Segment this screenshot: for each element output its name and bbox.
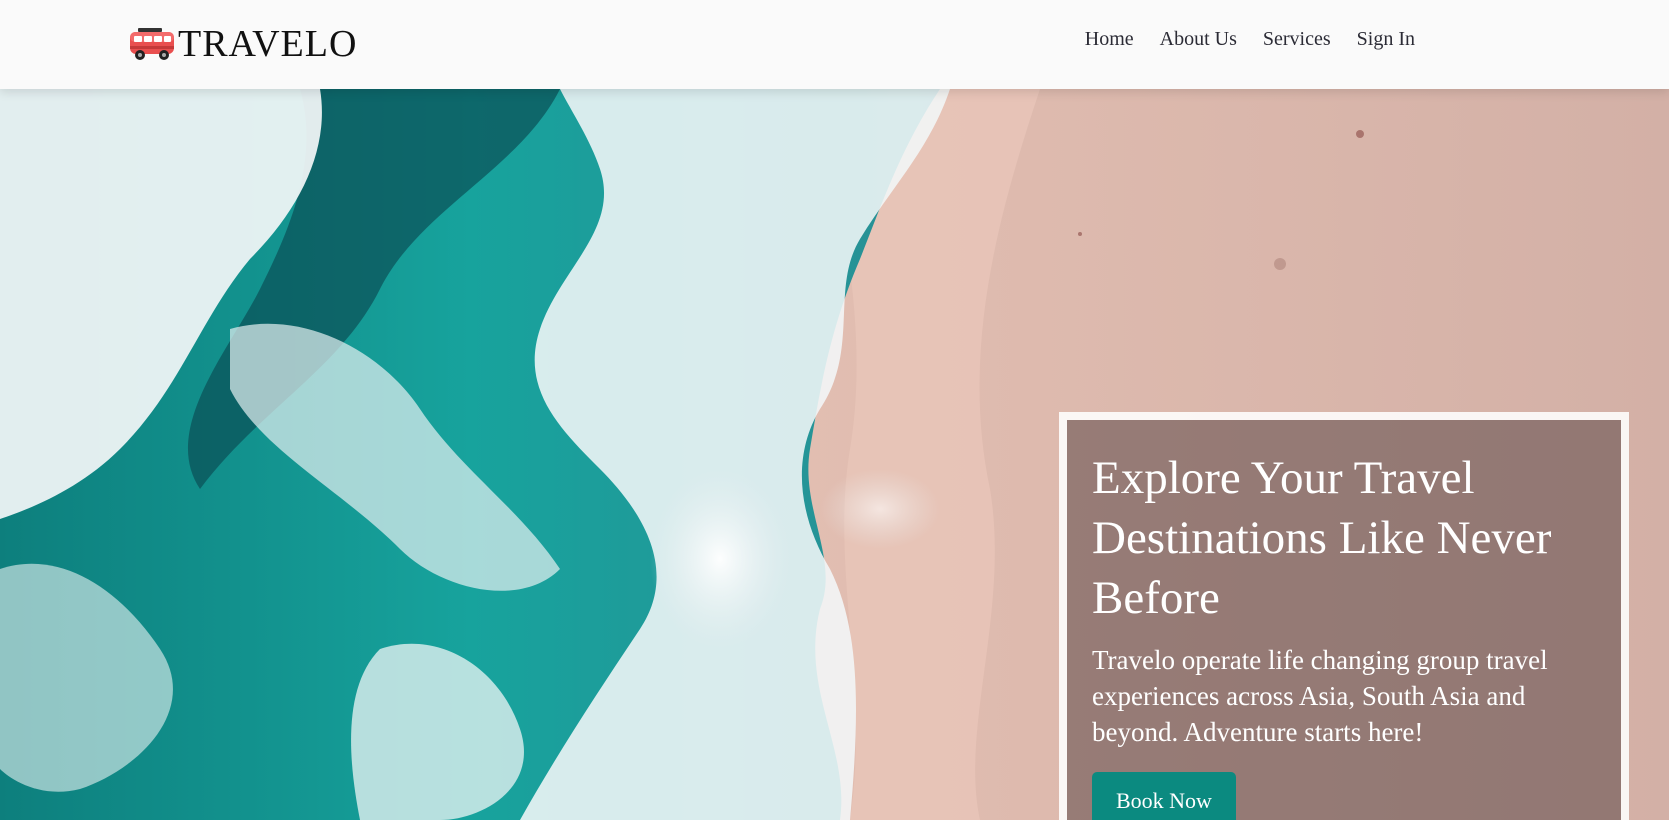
brand-logo-link[interactable]: TRAVELO (128, 22, 357, 66)
hero-section: Explore Your Travel Destinations Like Ne… (0, 89, 1669, 820)
main-nav: Home About Us Services Sign In (1085, 28, 1415, 51)
van-icon (130, 28, 174, 60)
nav-about-us[interactable]: About Us (1160, 28, 1237, 51)
nav-home[interactable]: Home (1085, 28, 1134, 51)
hero-title: Explore Your Travel Destinations Like Ne… (1092, 452, 1552, 624)
brand-name: TRAVELO (178, 23, 358, 65)
top-navbar: TRAVELO Home About Us Services Sign In (0, 0, 1669, 89)
hero-info-box: Explore Your Travel Destinations Like Ne… (1067, 420, 1621, 820)
nav-services[interactable]: Services (1263, 28, 1331, 51)
nav-sign-in[interactable]: Sign In (1357, 28, 1415, 51)
hero-info-frame: Explore Your Travel Destinations Like Ne… (1059, 412, 1629, 820)
hero-description: Travelo operate life changing group trav… (1092, 645, 1548, 747)
book-now-button[interactable]: Book Now (1092, 772, 1236, 820)
